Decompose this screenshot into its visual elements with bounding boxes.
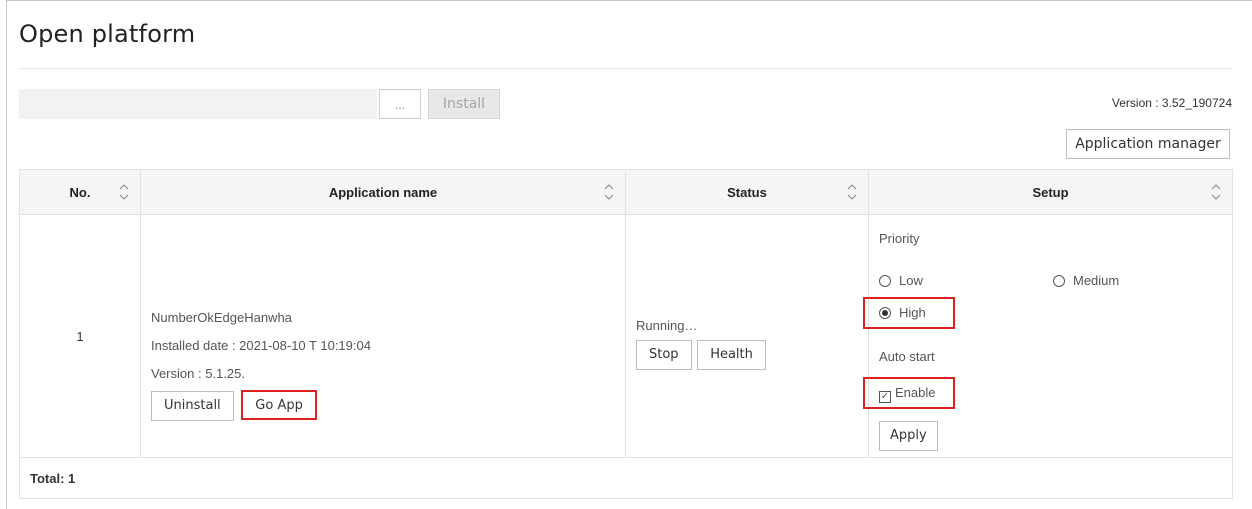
- page-title: Open platform: [19, 20, 196, 48]
- page-border-left: [6, 0, 7, 509]
- column-header-no[interactable]: No.: [19, 169, 141, 215]
- status-text: Running…: [636, 318, 698, 333]
- column-header-application-name[interactable]: Application name: [140, 169, 626, 215]
- checkbox-checked-icon[interactable]: ✓: [879, 391, 891, 403]
- table-header-row: No. Application name Status Setup: [19, 169, 1233, 215]
- enable-option[interactable]: ✓ Enable: [863, 377, 955, 409]
- column-header-setup-label: Setup: [1032, 184, 1069, 200]
- table-footer-row: Total: 1: [19, 457, 1233, 499]
- column-header-setup[interactable]: Setup: [868, 169, 1233, 215]
- radio-high-icon[interactable]: [879, 307, 891, 319]
- file-path-field[interactable]: [19, 89, 377, 119]
- table-row: 1 NumberOkEdgeHanwha Installed date : 20…: [19, 214, 1233, 458]
- page-border-top: [6, 0, 1252, 1]
- priority-label: Priority: [879, 231, 920, 246]
- priority-medium-label: Medium: [1073, 273, 1120, 288]
- platform-version: Version : 3.52_190724: [1111, 96, 1232, 110]
- cell-application-name: NumberOkEdgeHanwha Installed date : 2021…: [140, 214, 626, 458]
- cell-setup: Priority Low Medium High Auto start ✓ Ena…: [863, 214, 1233, 458]
- column-header-status[interactable]: Status: [625, 169, 869, 215]
- title-divider: [19, 68, 1232, 69]
- sort-icon[interactable]: [846, 181, 858, 203]
- priority-low-option[interactable]: Low: [879, 273, 923, 288]
- go-app-button[interactable]: Go App: [241, 389, 317, 420]
- column-header-no-label: No.: [69, 184, 91, 200]
- app-name: NumberOkEdgeHanwha: [151, 309, 292, 325]
- sort-icon[interactable]: [118, 181, 130, 203]
- column-header-application-name-label: Application name: [328, 184, 438, 200]
- priority-low-label: Low: [899, 273, 923, 288]
- browse-button[interactable]: ...: [379, 89, 421, 119]
- apply-button[interactable]: Apply: [879, 421, 938, 451]
- cell-status: Running… Stop Health: [625, 214, 869, 458]
- installed-date: Installed date : 2021-08-10 T 10:19:04: [151, 337, 371, 353]
- radio-low-icon[interactable]: [879, 275, 891, 287]
- priority-high-option[interactable]: High: [863, 297, 955, 329]
- stop-button[interactable]: Stop: [636, 340, 692, 370]
- application-table: No. Application name Status Setup 1 Numb…: [19, 169, 1233, 499]
- priority-medium-option[interactable]: Medium: [1053, 273, 1119, 288]
- cell-no: 1: [19, 214, 141, 458]
- enable-label: Enable: [895, 385, 936, 400]
- health-button[interactable]: Health: [697, 340, 766, 370]
- column-header-status-label: Status: [727, 184, 767, 200]
- auto-start-label: Auto start: [879, 349, 935, 364]
- install-button[interactable]: Install: [428, 89, 500, 119]
- app-version: Version : 5.1.25.: [151, 365, 245, 381]
- priority-high-label: High: [899, 305, 926, 320]
- sort-icon[interactable]: [603, 181, 615, 203]
- radio-medium-icon[interactable]: [1053, 275, 1065, 287]
- uninstall-button[interactable]: Uninstall: [151, 390, 234, 421]
- application-manager-button[interactable]: Application manager: [1066, 129, 1230, 159]
- total-count: Total: 1: [19, 457, 1233, 499]
- sort-icon[interactable]: [1210, 181, 1222, 203]
